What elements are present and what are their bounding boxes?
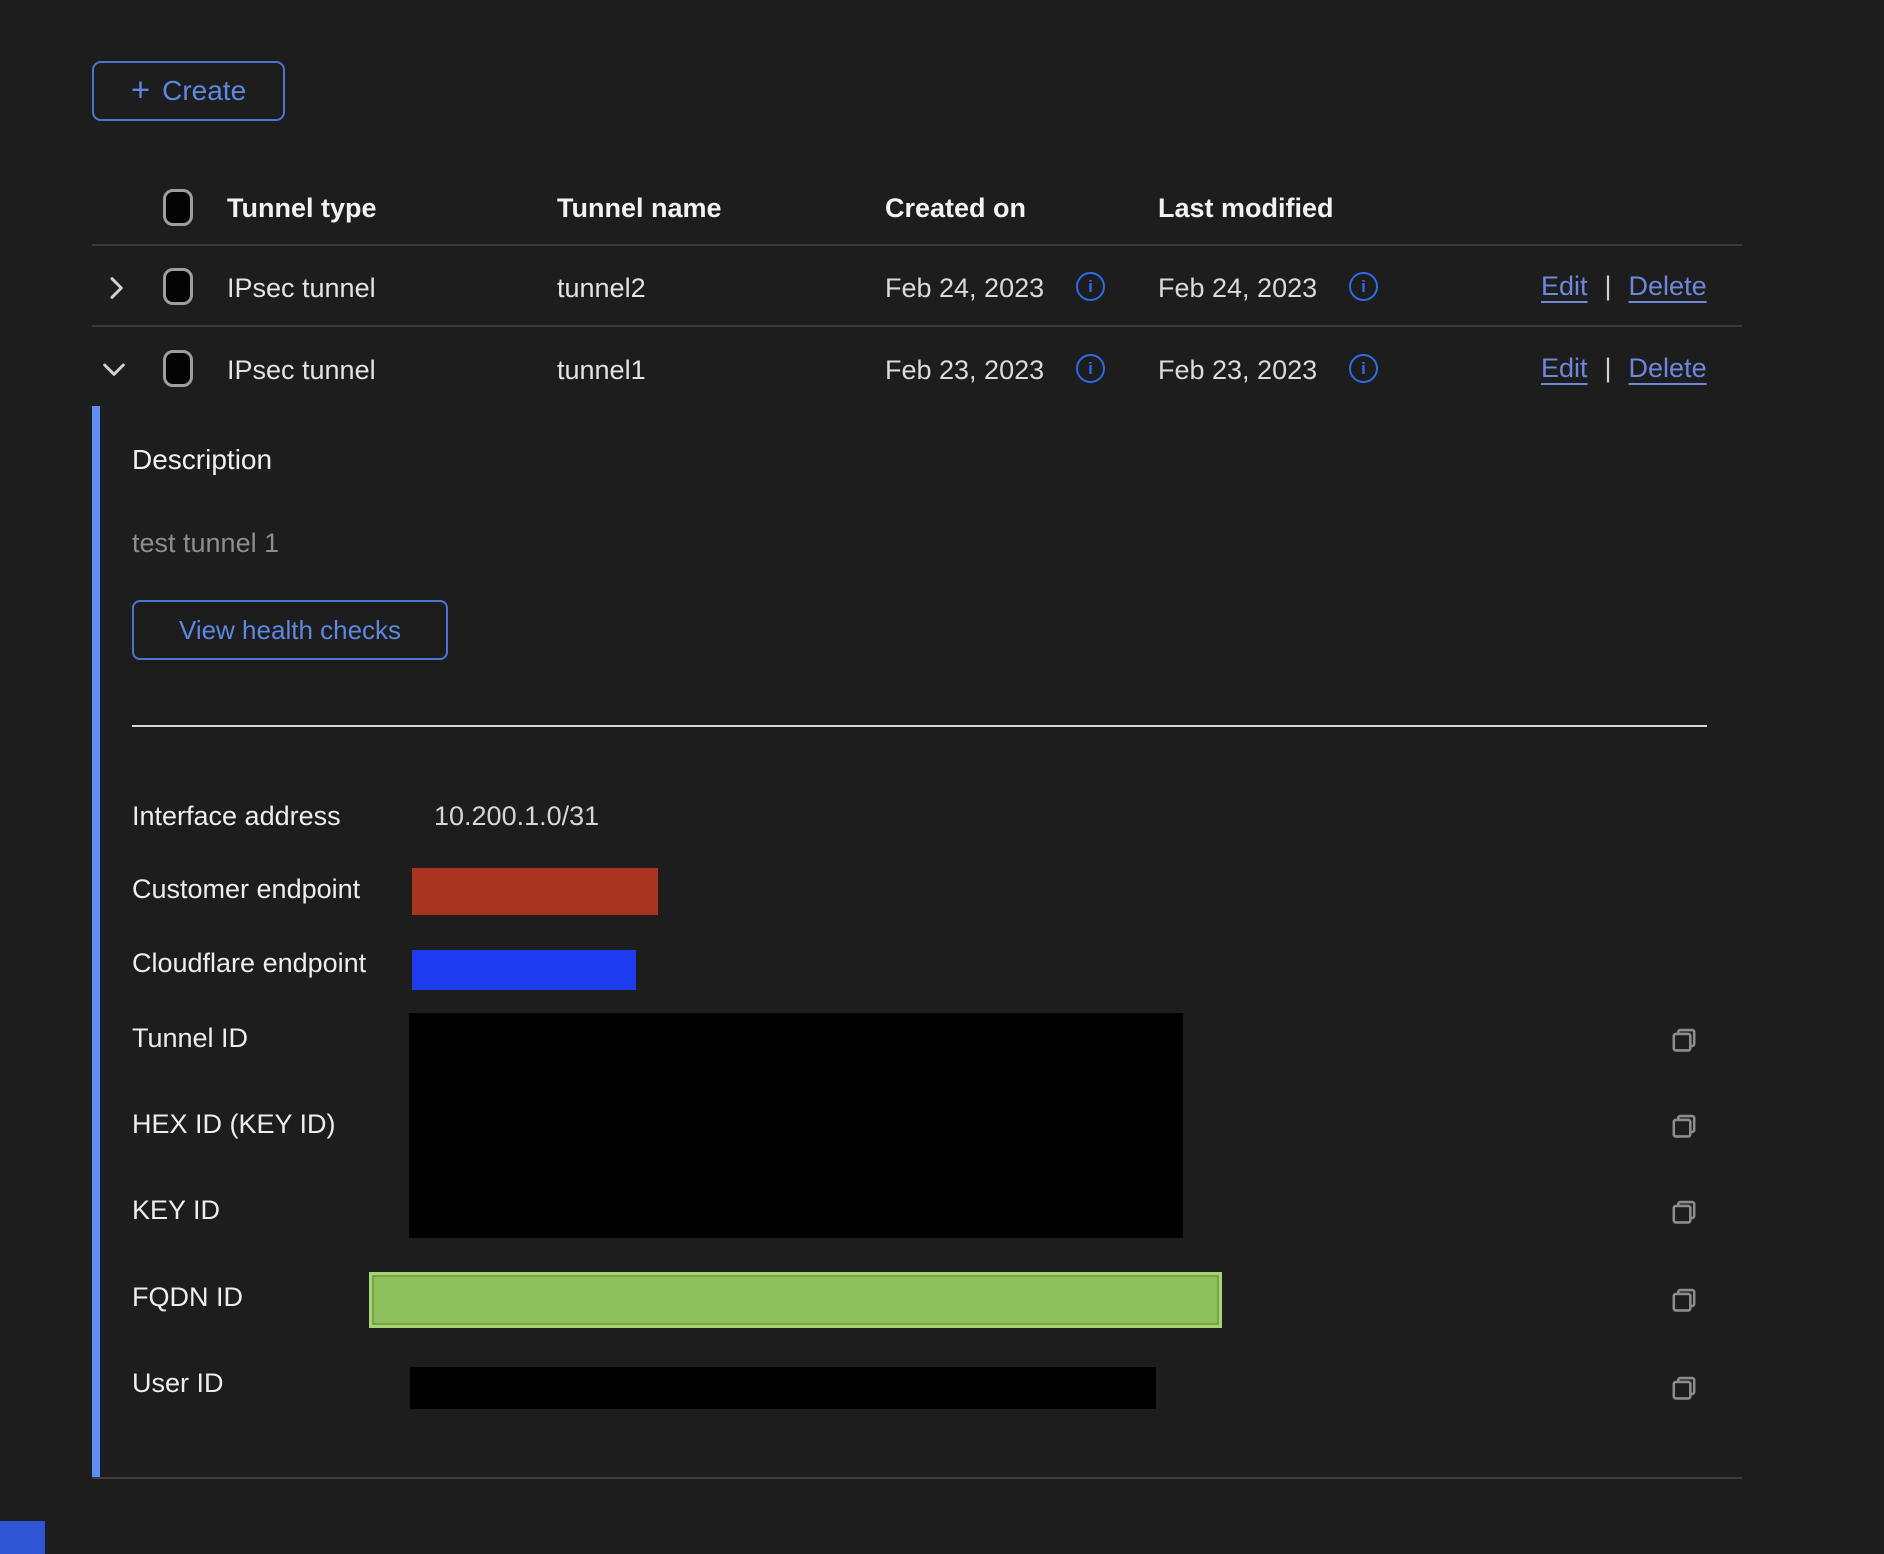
last-modified-cell: Feb 23, 2023 — [1158, 355, 1317, 386]
tunnel-type-cell: IPsec tunnel — [227, 355, 376, 386]
cloudflare-endpoint-redaction — [412, 950, 636, 990]
chevron-down-icon[interactable] — [98, 353, 130, 385]
view-health-checks-label: View health checks — [179, 615, 401, 646]
create-button-label: Create — [162, 75, 246, 107]
description-label: Description — [132, 444, 272, 476]
description-value: test tunnel 1 — [132, 528, 279, 559]
copy-icon[interactable] — [1666, 1023, 1702, 1059]
copy-icon[interactable] — [1666, 1195, 1702, 1231]
interface-address-label: Interface address — [132, 801, 341, 832]
create-button[interactable]: + Create — [92, 61, 285, 121]
copy-icon[interactable] — [1666, 1109, 1702, 1145]
cloudflare-endpoint-label: Cloudflare endpoint — [132, 948, 366, 979]
key-id-label: KEY ID — [132, 1195, 220, 1226]
info-icon[interactable]: i — [1349, 354, 1378, 383]
copy-icon[interactable] — [1666, 1283, 1702, 1319]
tunnel-name-cell: tunnel1 — [557, 355, 646, 386]
ids-redaction — [409, 1013, 1183, 1238]
info-icon[interactable]: i — [1349, 272, 1378, 301]
delete-link[interactable]: Delete — [1629, 353, 1707, 384]
detail-divider — [132, 725, 1707, 727]
row-checkbox[interactable] — [163, 350, 193, 387]
column-header-created-on: Created on — [885, 193, 1026, 224]
tunnel-name-cell: tunnel2 — [557, 273, 646, 304]
partial-blue-element — [0, 1521, 45, 1554]
row-checkbox[interactable] — [163, 268, 193, 305]
copy-icon[interactable] — [1666, 1371, 1702, 1407]
select-all-checkbox[interactable] — [163, 189, 193, 226]
table-row: IPsec tunnel tunnel2 Feb 24, 2023 i Feb … — [0, 245, 1884, 325]
last-modified-cell: Feb 24, 2023 — [1158, 273, 1317, 304]
customer-endpoint-label: Customer endpoint — [132, 874, 360, 905]
fqdn-id-redaction — [369, 1272, 1222, 1328]
tunnel-id-label: Tunnel ID — [132, 1023, 248, 1054]
table-row: IPsec tunnel tunnel1 Feb 23, 2023 i Feb … — [0, 326, 1884, 406]
panel-bottom-divider — [92, 1477, 1742, 1479]
action-separator: | — [1605, 353, 1612, 384]
column-header-last-modified: Last modified — [1158, 193, 1334, 224]
interface-address-value: 10.200.1.0/31 — [434, 801, 599, 832]
chevron-right-icon[interactable] — [100, 272, 132, 304]
info-icon[interactable]: i — [1076, 272, 1105, 301]
edit-link[interactable]: Edit — [1541, 271, 1588, 302]
tunnel-type-cell: IPsec tunnel — [227, 273, 376, 304]
info-icon[interactable]: i — [1076, 354, 1105, 383]
action-separator: | — [1605, 271, 1612, 302]
user-id-redaction — [410, 1367, 1156, 1409]
hex-id-label: HEX ID (KEY ID) — [132, 1109, 336, 1140]
created-on-cell: Feb 23, 2023 — [885, 355, 1044, 386]
column-header-tunnel-name: Tunnel name — [557, 193, 722, 224]
created-on-cell: Feb 24, 2023 — [885, 273, 1044, 304]
column-header-tunnel-type: Tunnel type — [227, 193, 377, 224]
fqdn-id-label: FQDN ID — [132, 1282, 243, 1313]
view-health-checks-button[interactable]: View health checks — [132, 600, 448, 660]
user-id-label: User ID — [132, 1368, 224, 1399]
customer-endpoint-redaction — [412, 868, 658, 915]
edit-link[interactable]: Edit — [1541, 353, 1588, 384]
expanded-row-accent-bar — [92, 406, 100, 1477]
plus-icon: + — [131, 73, 150, 106]
delete-link[interactable]: Delete — [1629, 271, 1707, 302]
